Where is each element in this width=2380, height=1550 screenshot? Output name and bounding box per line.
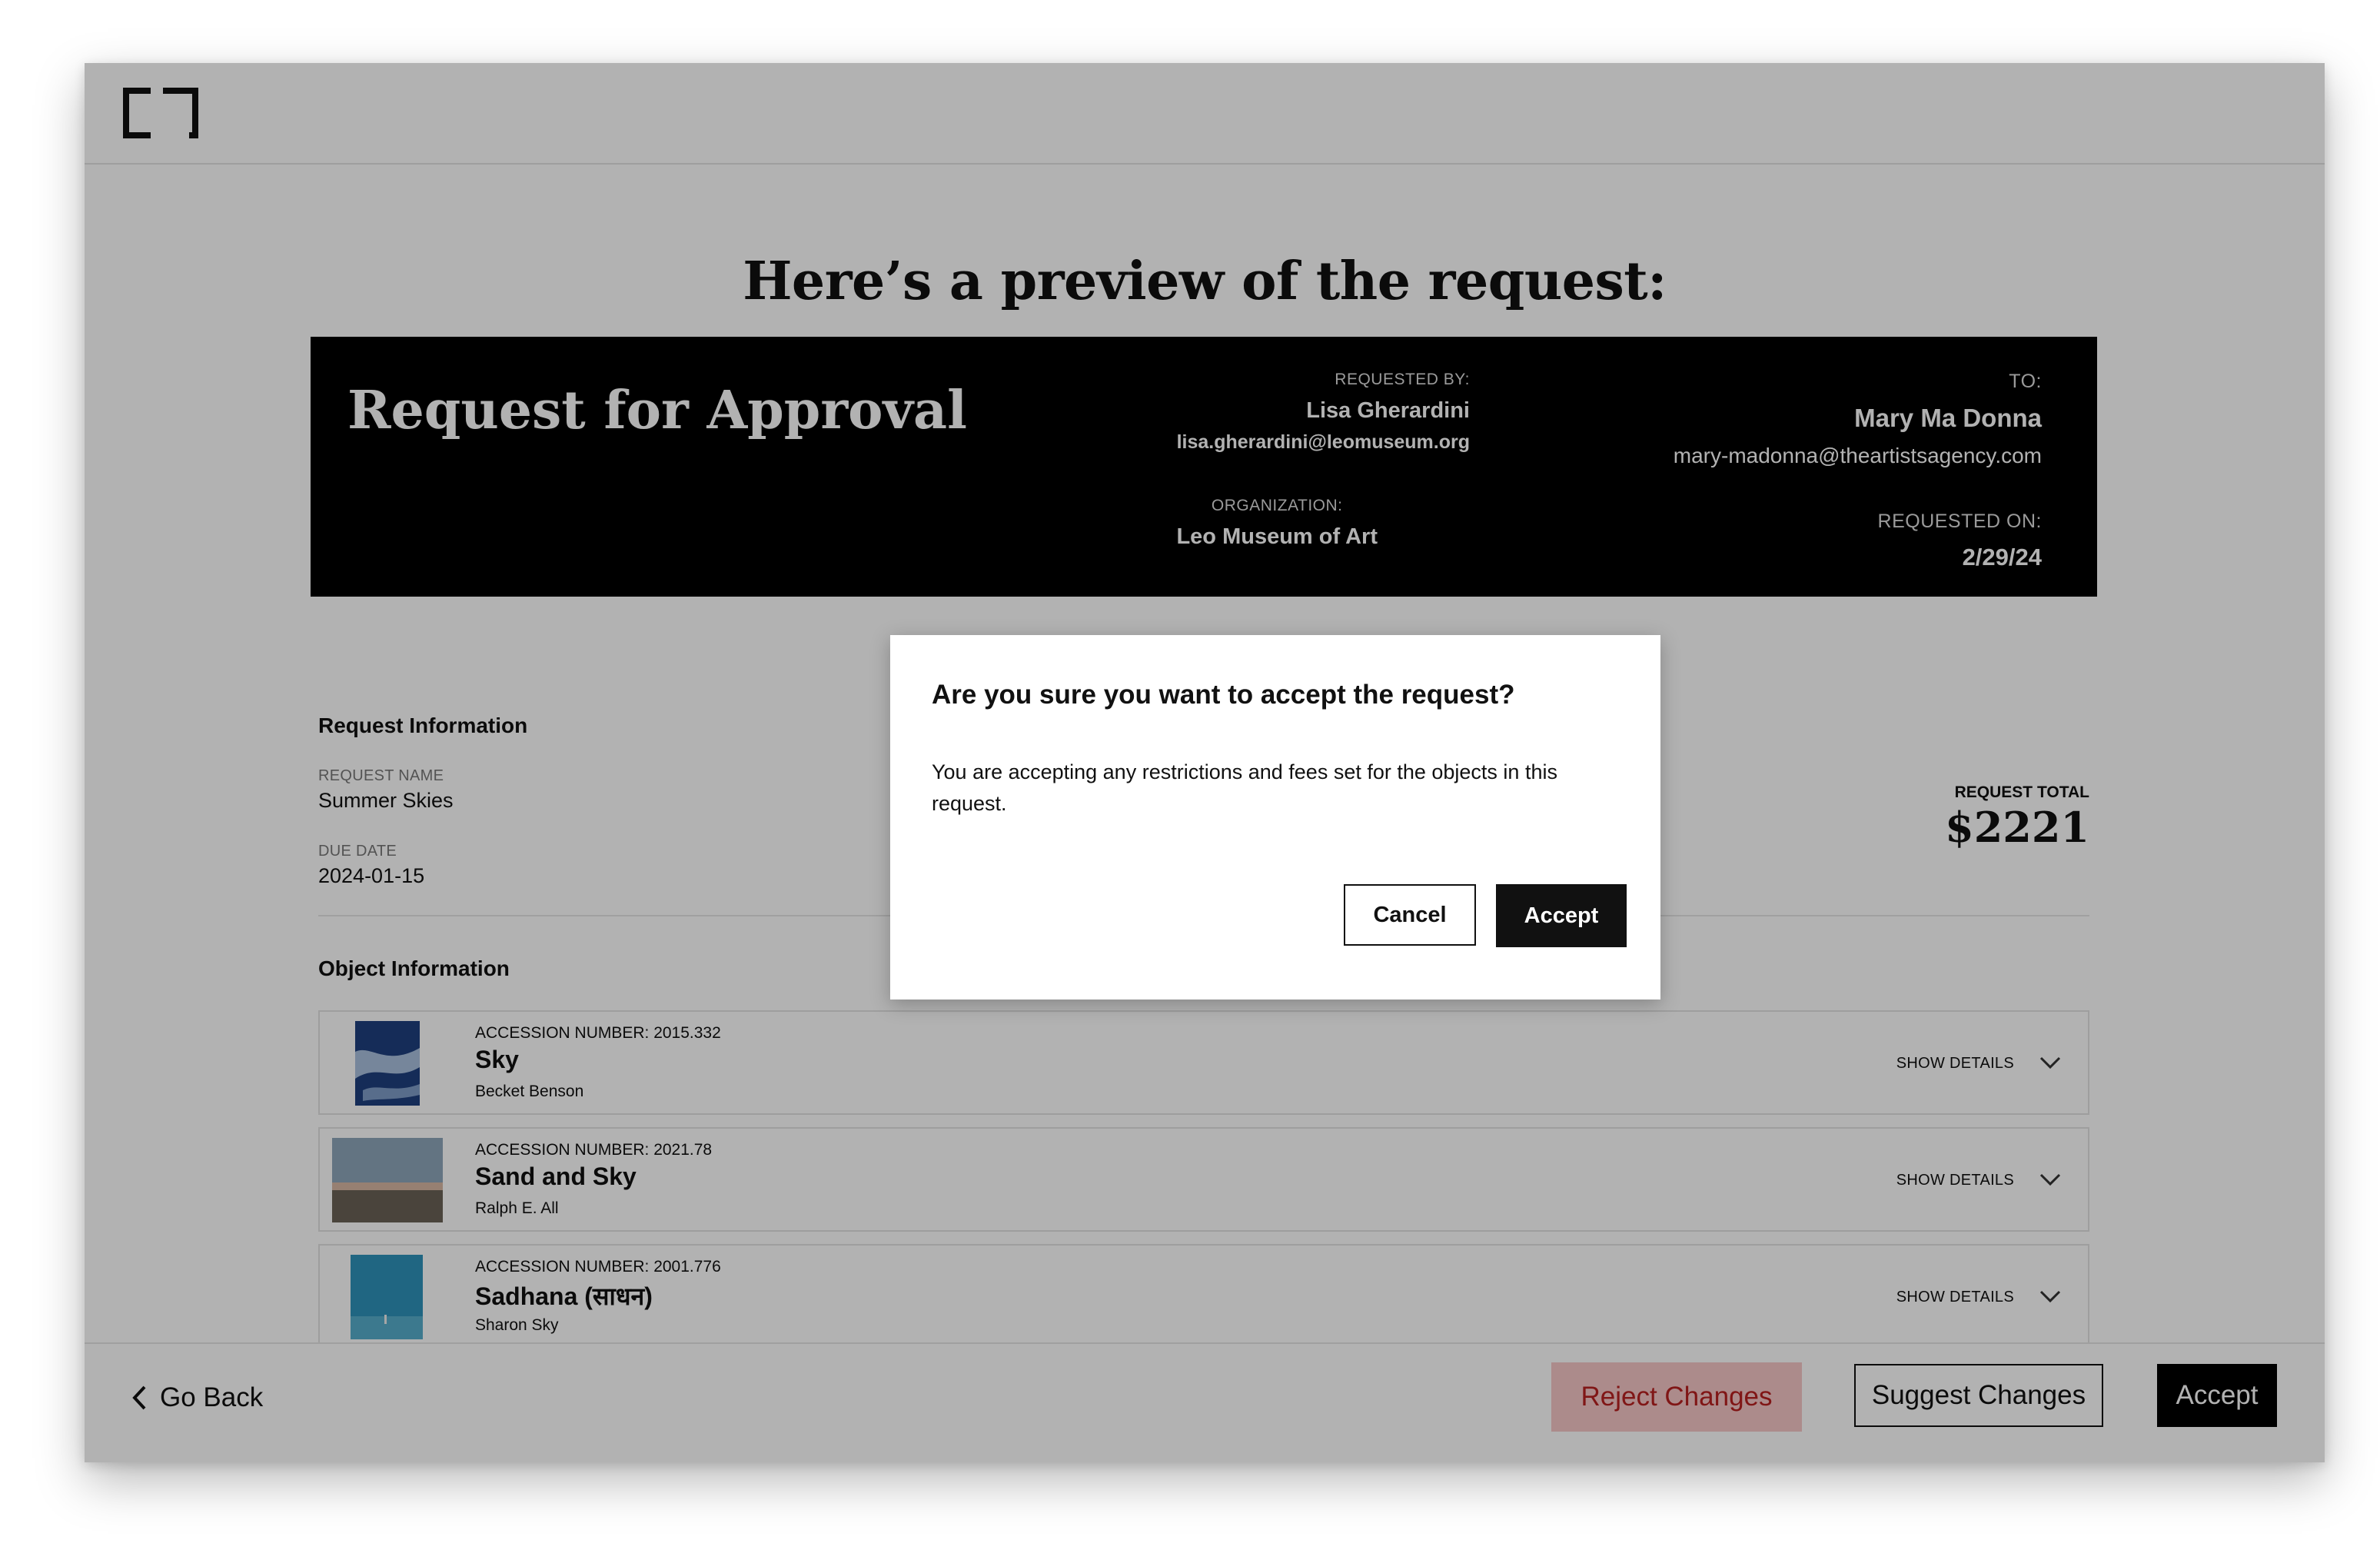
confirm-accept-dialog: Are you sure you want to accept the requ…: [890, 635, 1660, 1000]
dialog-title: Are you sure you want to accept the requ…: [932, 680, 1515, 710]
dialog-message: You are accepting any restrictions and f…: [932, 760, 1557, 815]
dialog-accept-button[interactable]: Accept: [1496, 884, 1627, 947]
dialog-cancel-button[interactable]: Cancel: [1344, 884, 1476, 946]
app-window: Here’s a preview of the request: Request…: [85, 63, 2325, 1462]
